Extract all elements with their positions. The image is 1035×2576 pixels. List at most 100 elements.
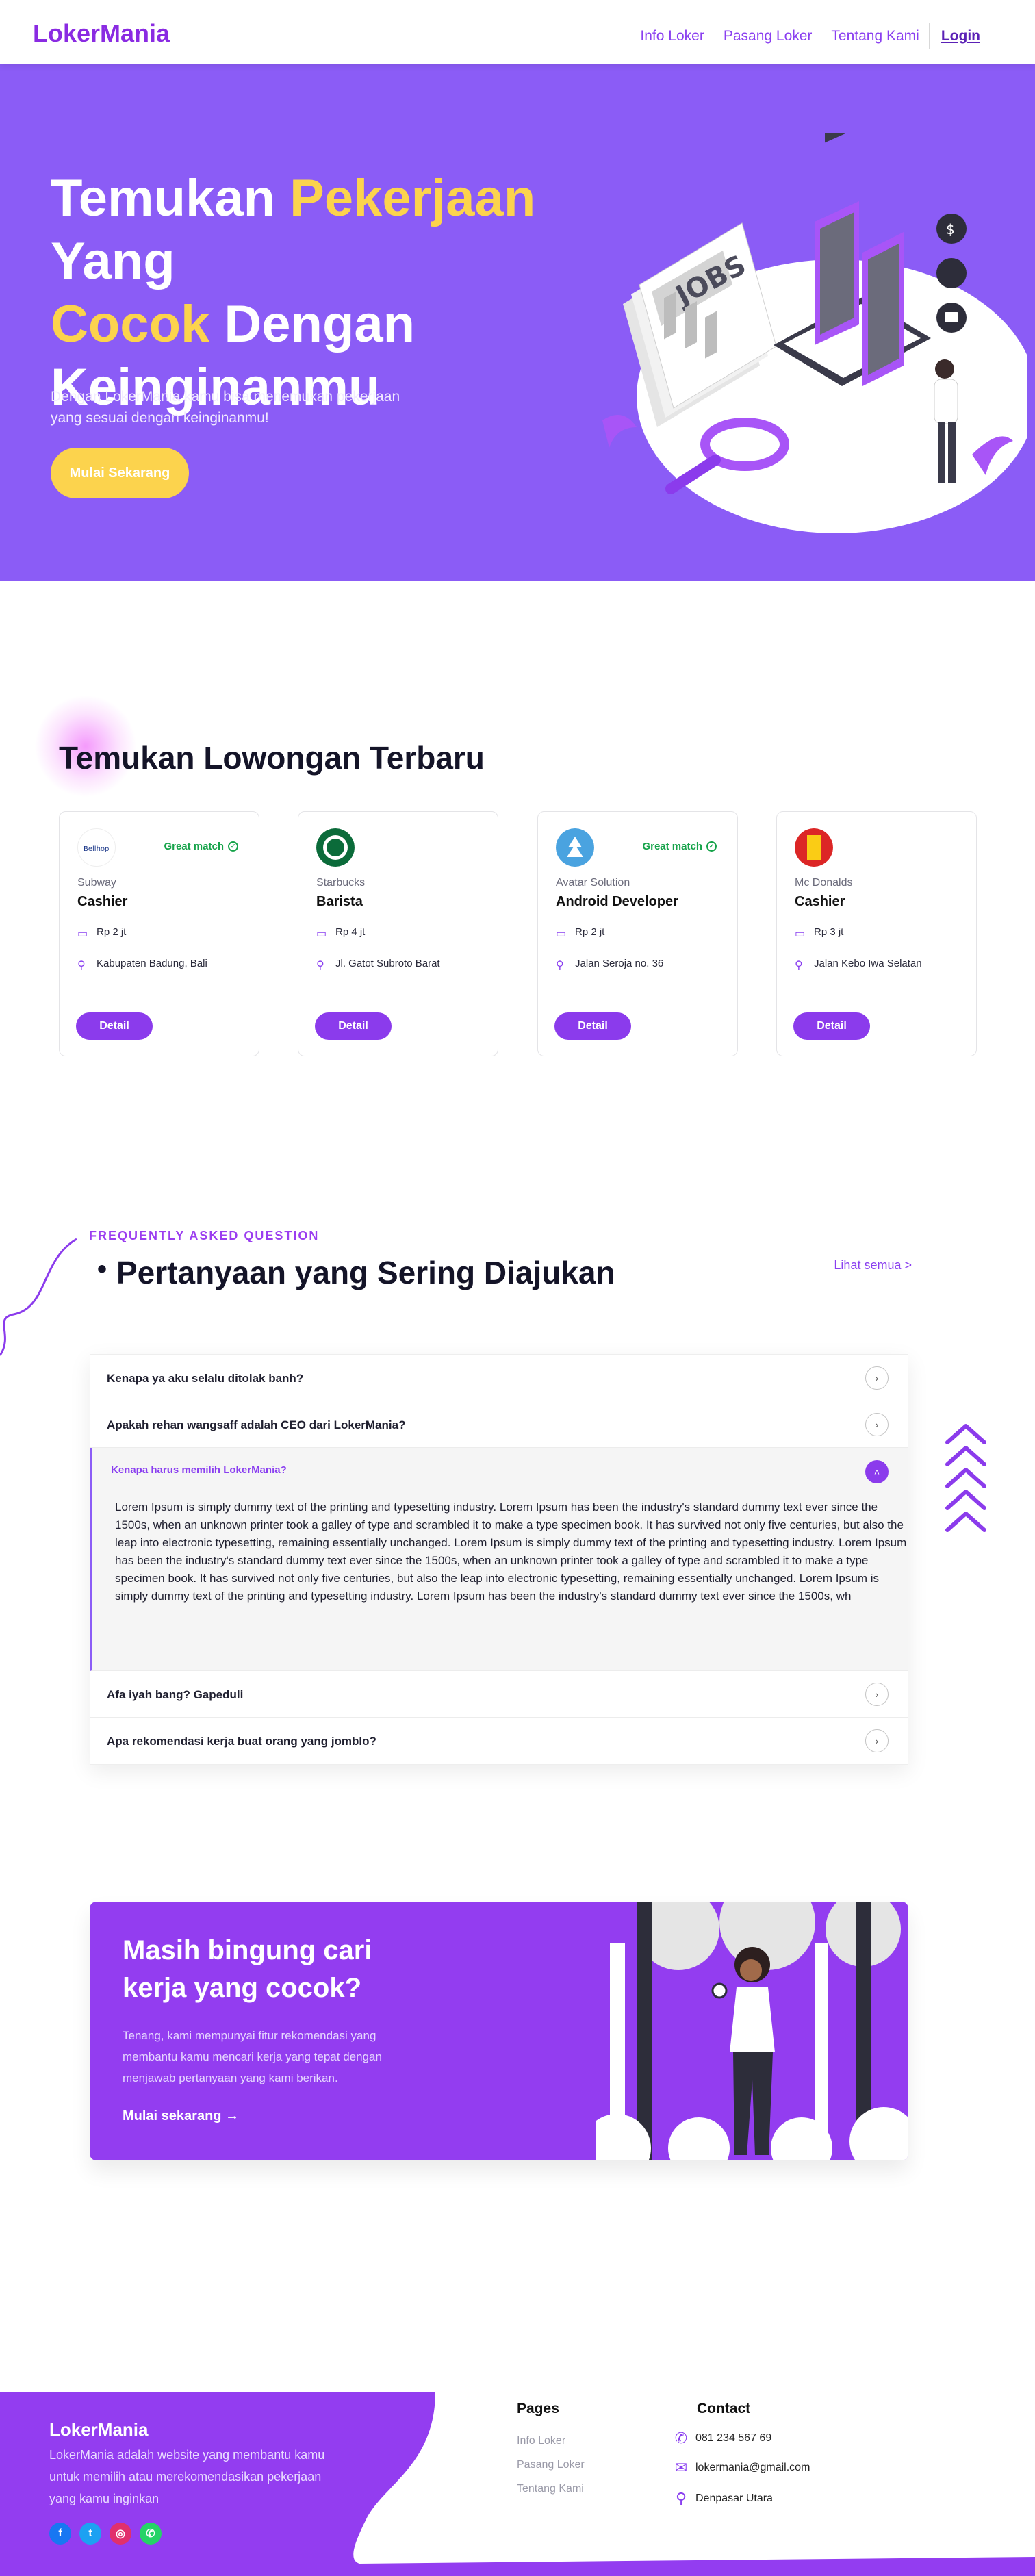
hero-description: Dengan LokerMania kamu bisa menemukan pe… bbox=[51, 389, 400, 426]
job-location: ⚲ Kabupaten Badung, Bali bbox=[77, 958, 207, 971]
location-pin-icon: ⚲ bbox=[795, 959, 803, 971]
wallet-icon: ▭ bbox=[795, 928, 806, 940]
footer-link-info-loker[interactable]: Info Loker bbox=[517, 2435, 565, 2447]
company-name: Subway bbox=[77, 877, 116, 889]
faq-item[interactable]: Apa rekomendasi kerja buat orang yang jo… bbox=[90, 1718, 908, 1764]
footer-email: ✉ lokermania@gmail.com bbox=[671, 2459, 810, 2477]
faq-question: Kenapa harus memilih LokerMania? bbox=[111, 1464, 287, 1476]
company-logo bbox=[795, 828, 833, 867]
job-card[interactable]: Great match ✓ Avatar Solution Android Dev… bbox=[537, 811, 738, 1056]
hero-section: Temukan Pekerjaan Yang Cocok Dengan Kein… bbox=[0, 64, 1035, 581]
location-pin-icon: ⚲ bbox=[77, 959, 86, 971]
job-role: Cashier bbox=[795, 894, 845, 909]
hero-title-highlight-2: Cocok bbox=[51, 295, 210, 353]
chevron-right-icon[interactable]: › bbox=[865, 1366, 889, 1390]
footer-link-pasang-loker[interactable]: Pasang Loker bbox=[517, 2459, 585, 2471]
faq-question: Apa rekomendasi kerja buat orang yang jo… bbox=[107, 1735, 376, 1748]
wallet-icon: ▭ bbox=[316, 928, 327, 940]
jobs-section-title: Temukan Lowongan Terbaru bbox=[59, 740, 485, 776]
job-salary: ▭ Rp 3 jt bbox=[795, 926, 844, 940]
recommendation-cta: Masih bingung cari kerja yang cocok? Ten… bbox=[90, 1902, 908, 2160]
wallet-icon: ▭ bbox=[556, 928, 567, 940]
faq-item[interactable]: Apakah rehan wangsaff adalah CEO dari Lo… bbox=[90, 1401, 908, 1448]
cta-title: Masih bingung cari kerja yang cocok? bbox=[123, 1935, 372, 2003]
start-now-button[interactable]: Mulai Sekarang bbox=[51, 448, 189, 498]
footer-description: LokerMania adalah website yang membantu … bbox=[49, 2448, 325, 2505]
job-location: ⚲ Jalan Seroja no. 36 bbox=[556, 958, 664, 971]
nav-links: Info Loker Pasang Loker Tentang Kami Log… bbox=[621, 23, 980, 49]
chevron-right-icon[interactable]: › bbox=[865, 1413, 889, 1436]
login-link[interactable]: Login bbox=[941, 28, 980, 44]
company-logo: Bellhop bbox=[77, 828, 116, 867]
job-salary: ▭ Rp 2 jt bbox=[556, 926, 605, 940]
site-logo[interactable]: LokerMania bbox=[33, 19, 170, 48]
svg-text:$: $ bbox=[946, 221, 955, 238]
match-badge: Great match ✓ bbox=[642, 841, 717, 852]
job-role: Barista bbox=[316, 894, 363, 909]
faq-title: Pertanyaan yang Sering Diajukan bbox=[97, 1254, 615, 1291]
job-card[interactable]: Mc Donalds Cashier ▭ Rp 3 jt ⚲ Jalan Kebo … bbox=[776, 811, 977, 1056]
nav-link-info-loker[interactable]: Info Loker bbox=[640, 28, 704, 44]
match-badge: Great match ✓ bbox=[164, 841, 238, 852]
faq-item-expanded[interactable]: Kenapa harus memilih LokerMania? ˄ Lorem… bbox=[90, 1448, 908, 1671]
faq-item[interactable]: Kenapa ya aku selalu ditolak banh? › bbox=[90, 1355, 908, 1401]
whatsapp-icon[interactable]: ✆ bbox=[140, 2523, 162, 2545]
check-icon: ✓ bbox=[706, 841, 717, 852]
start-now-link[interactable]: Mulai sekarang → bbox=[123, 2108, 239, 2124]
company-name: Mc Donalds bbox=[795, 877, 853, 889]
chevron-up-icon[interactable]: ˄ bbox=[865, 1460, 889, 1483]
hero-title-highlight: Pekerjaan bbox=[290, 169, 536, 227]
job-role: Android Developer bbox=[556, 894, 678, 909]
nav-link-pasang-loker[interactable]: Pasang Loker bbox=[724, 28, 813, 44]
footer-pages-title: Pages bbox=[517, 2401, 559, 2416]
nav-link-tentang-kami[interactable]: Tentang Kami bbox=[831, 28, 919, 44]
footer-contact-title: Contact bbox=[697, 2401, 751, 2416]
location-pin-icon: ⚲ bbox=[675, 2490, 687, 2507]
check-icon: ✓ bbox=[228, 841, 238, 852]
job-cards: Bellhop Great match ✓ Subway Cashier ▭ Rp … bbox=[59, 811, 978, 1058]
job-location: ⚲ Jalan Kebo Iwa Selatan bbox=[795, 958, 922, 971]
footer-phone: ✆ 081 234 567 69 bbox=[671, 2430, 771, 2447]
social-links: f t ◎ ✆ bbox=[49, 2523, 170, 2545]
phone-icon: ✆ bbox=[674, 2430, 688, 2447]
job-salary: ▭ Rp 4 jt bbox=[316, 926, 366, 940]
svg-text:Bellhop: Bellhop bbox=[84, 845, 109, 853]
twitter-icon[interactable]: t bbox=[79, 2523, 101, 2545]
chevron-right-icon[interactable]: › bbox=[865, 1729, 889, 1752]
job-card[interactable]: Starbucks Barista ▭ Rp 4 jt ⚲ Jl. Gatot Su… bbox=[298, 811, 498, 1056]
faq-answer: Lorem Ipsum is simply dummy text of the … bbox=[115, 1501, 907, 1603]
job-location: ⚲ Jl. Gatot Subroto Barat bbox=[316, 958, 440, 971]
job-card[interactable]: Bellhop Great match ✓ Subway Cashier ▭ Rp … bbox=[59, 811, 259, 1056]
detail-button[interactable]: Detail bbox=[76, 1012, 153, 1040]
faq-item[interactable]: Afa iyah bang? Gapeduli › bbox=[90, 1671, 908, 1718]
faq-question: Afa iyah bang? Gapeduli bbox=[107, 1688, 244, 1701]
instagram-icon[interactable]: ◎ bbox=[110, 2523, 131, 2545]
job-salary: ▭ Rp 2 jt bbox=[77, 926, 127, 940]
navbar: LokerMania Info Loker Pasang Loker Tenta… bbox=[0, 0, 1035, 64]
hero-title: Temukan Pekerjaan Yang Cocok Dengan Kein… bbox=[51, 169, 536, 416]
footer-brand: LokerMania bbox=[49, 2419, 149, 2440]
mail-icon: ✉ bbox=[674, 2459, 688, 2476]
detail-button[interactable]: Detail bbox=[554, 1012, 631, 1040]
job-role: Cashier bbox=[77, 894, 128, 909]
cta-description: Tenang, kami mempunyai fitur rekomendasi… bbox=[123, 2029, 382, 2084]
footer-link-tentang-kami[interactable]: Tentang Kami bbox=[517, 2483, 584, 2495]
decorative-curve bbox=[0, 1238, 77, 1356]
detail-button[interactable]: Detail bbox=[315, 1012, 392, 1040]
company-logo bbox=[556, 828, 594, 867]
detail-button[interactable]: Detail bbox=[793, 1012, 870, 1040]
nav-divider bbox=[928, 23, 930, 49]
wallet-icon: ▭ bbox=[77, 928, 88, 940]
faq-eyebrow: FREQUENTLY ASKED QUESTION bbox=[89, 1229, 320, 1242]
footer-address: ⚲ Denpasar Utara bbox=[671, 2490, 773, 2508]
company-name: Avatar Solution bbox=[556, 877, 630, 889]
faq-question: Kenapa ya aku selalu ditolak banh? bbox=[107, 1372, 304, 1385]
chevron-right-icon[interactable]: › bbox=[865, 1683, 889, 1706]
company-name: Starbucks bbox=[316, 877, 366, 889]
location-pin-icon: ⚲ bbox=[556, 959, 564, 971]
woman-illustration bbox=[596, 1902, 908, 2160]
see-all-link[interactable]: Lihat semua > bbox=[834, 1258, 912, 1273]
scroll-up-chevrons-icon[interactable] bbox=[943, 1420, 988, 1544]
facebook-icon[interactable]: f bbox=[49, 2523, 71, 2545]
woman-figure bbox=[711, 1947, 775, 2155]
